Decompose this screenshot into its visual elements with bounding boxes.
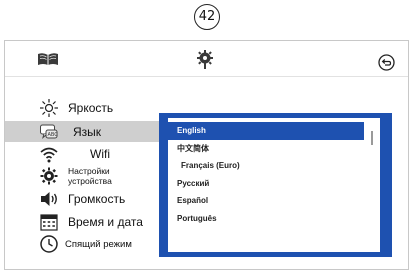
menu-item-volume[interactable]: Громкость xyxy=(5,189,161,209)
language-option-chinese[interactable]: 中文简体 xyxy=(168,140,380,158)
language-option-russian[interactable]: Русский xyxy=(168,175,380,193)
language-option-french[interactable]: Français (Euro) xyxy=(168,157,380,175)
language-option-english[interactable]: English xyxy=(168,122,364,140)
svg-text:ABC: ABC xyxy=(48,132,59,138)
book-icon[interactable] xyxy=(37,52,59,66)
menu-item-language[interactable]: ABC Язык xyxy=(5,121,161,142)
menu-item-label: Wifi xyxy=(90,147,110,161)
menu-item-label: Спящий режим xyxy=(65,238,132,250)
volume-icon xyxy=(39,189,59,209)
device-screen: Яркость ABC Язык Wifi Настройки устройст… xyxy=(4,40,409,270)
menu-item-label: Яркость xyxy=(68,101,114,115)
menu-item-wifi[interactable]: Wifi xyxy=(5,145,161,163)
menu-item-device-settings[interactable]: Настройки устройства xyxy=(5,164,161,188)
gear-settings-icon[interactable] xyxy=(196,50,214,70)
menu-item-label: Время и дата xyxy=(68,215,143,229)
language-icon: ABC xyxy=(39,122,59,142)
language-option-spanish[interactable]: Español xyxy=(168,192,380,210)
language-option-portuguese[interactable]: Português xyxy=(168,210,380,228)
back-icon[interactable] xyxy=(378,54,395,71)
menu-item-label: Настройки устройства xyxy=(68,166,112,186)
wifi-icon xyxy=(39,144,59,164)
menu-item-brightness[interactable]: Яркость xyxy=(5,98,161,118)
brightness-icon xyxy=(39,98,59,118)
header-divider xyxy=(5,76,408,77)
page-number: 42 xyxy=(194,4,220,30)
menu-item-time-date[interactable]: Время и дата xyxy=(5,212,161,232)
calendar-icon xyxy=(39,212,59,232)
sleep-icon xyxy=(39,234,59,254)
device-settings-icon xyxy=(39,166,59,186)
scrollbar[interactable] xyxy=(371,131,373,145)
menu-item-label: Громкость xyxy=(68,192,126,206)
language-panel: English 中文简体 Français (Euro) Русский Esp… xyxy=(159,113,392,257)
menu-item-label: Язык xyxy=(73,124,102,139)
menu-item-sleep-mode[interactable]: Спящий режим xyxy=(5,234,161,254)
language-list: English 中文简体 Français (Euro) Русский Esp… xyxy=(168,118,380,252)
